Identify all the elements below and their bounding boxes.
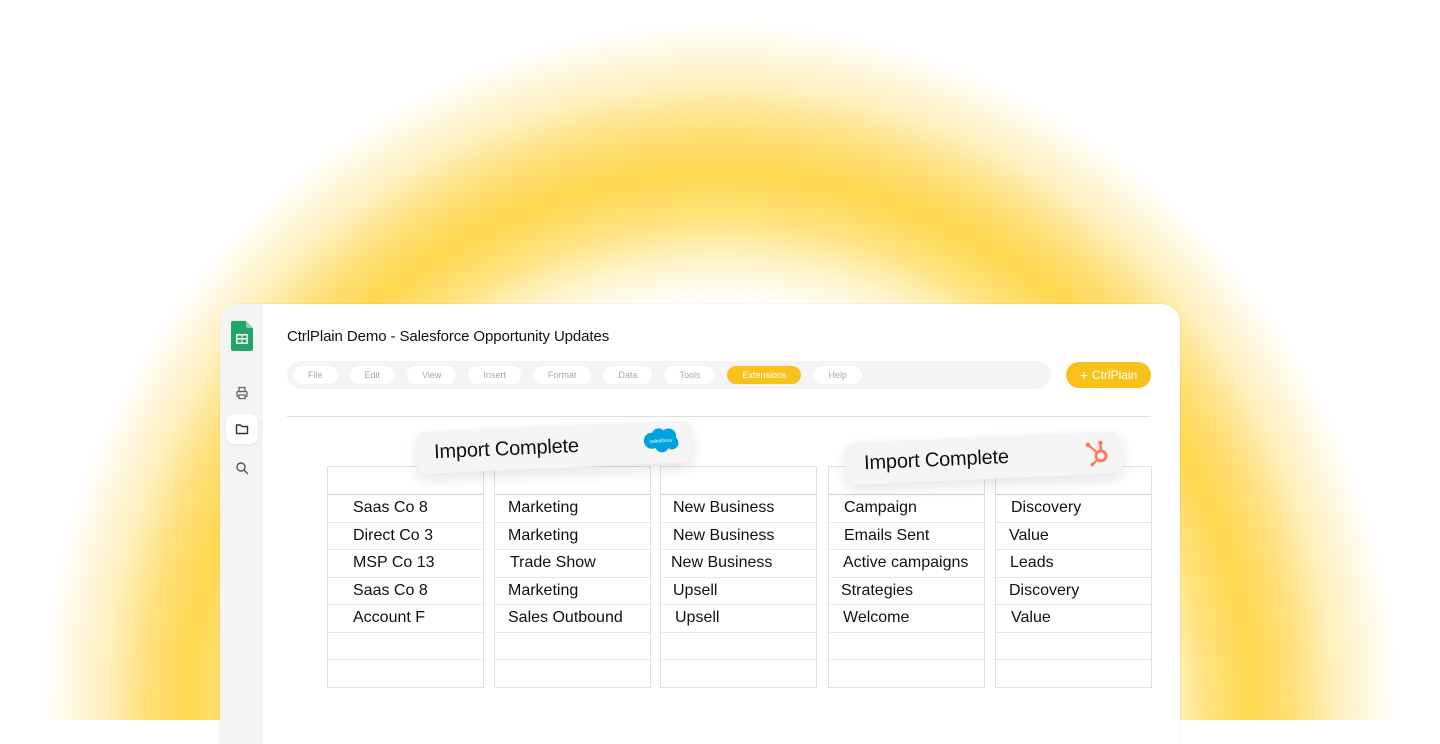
table-cell[interactable]: [495, 660, 650, 688]
table-cell[interactable]: Marketing: [495, 495, 650, 523]
menu-item-help[interactable]: Help: [813, 366, 862, 384]
ctrlplain-button[interactable]: + CtrlPlain: [1066, 362, 1151, 388]
table-cell[interactable]: Account F: [328, 605, 483, 633]
table-cell[interactable]: Strategies: [829, 578, 984, 606]
menu-item-file[interactable]: File: [293, 366, 338, 384]
table-cell[interactable]: Active campaigns: [829, 550, 984, 578]
document-title: CtrlPlain Demo - Salesforce Opportunity …: [287, 328, 609, 345]
sheet-column-3: New BusinessNew BusinessNew BusinessUpse…: [660, 466, 817, 688]
google-sheets-logo-icon: [231, 321, 253, 351]
search-icon: [235, 461, 249, 475]
menu-item-tools[interactable]: Tools: [664, 366, 715, 384]
menu-item-extensions[interactable]: Extensions: [727, 366, 801, 384]
salesforce-logo-icon: salesforce: [641, 427, 680, 455]
menu-bar: File Edit View Insert Format Data Tools Extensi…: [287, 361, 1051, 389]
ctrlplain-button-label: CtrlPlain: [1092, 368, 1137, 382]
folder-icon: [235, 422, 249, 436]
table-cell[interactable]: [829, 660, 984, 688]
table-cell[interactable]: Welcome: [829, 605, 984, 633]
table-cell[interactable]: Leads: [996, 550, 1151, 578]
plus-icon: +: [1080, 367, 1088, 383]
column-header-cell[interactable]: [495, 467, 650, 495]
table-cell[interactable]: Saas Co 8: [328, 495, 483, 523]
salesforce-import-toast: Import Complete salesforce: [415, 420, 693, 474]
table-cell[interactable]: [661, 660, 816, 688]
table-cell[interactable]: [996, 633, 1151, 661]
menu-item-data[interactable]: Data: [603, 366, 652, 384]
table-cell[interactable]: Trade Show: [495, 550, 650, 578]
sheet-column-5: DiscoveryValueLeadsDiscoveryValue: [995, 466, 1152, 688]
menu-item-edit[interactable]: Edit: [350, 366, 396, 384]
files-button[interactable]: [226, 414, 258, 444]
table-cell[interactable]: Direct Co 3: [328, 523, 483, 551]
sheet-column-1: Saas Co 8Direct Co 3MSP Co 13Saas Co 8Ac…: [327, 466, 484, 688]
table-cell[interactable]: Saas Co 8: [328, 578, 483, 606]
table-cell[interactable]: Discovery: [996, 578, 1151, 606]
table-cell[interactable]: Discovery: [996, 495, 1151, 523]
table-cell[interactable]: Upsell: [661, 605, 816, 633]
table-cell[interactable]: Upsell: [661, 578, 816, 606]
table-cell[interactable]: New Business: [661, 495, 816, 523]
table-cell[interactable]: [328, 660, 483, 688]
table-cell[interactable]: [829, 633, 984, 661]
table-cell[interactable]: Value: [996, 523, 1151, 551]
search-button[interactable]: [226, 453, 258, 483]
table-cell[interactable]: [495, 633, 650, 661]
salesforce-logo-text: salesforce: [649, 438, 672, 445]
toolbar-divider: [287, 416, 1151, 417]
column-header-cell[interactable]: [661, 467, 816, 495]
table-cell[interactable]: MSP Co 13: [328, 550, 483, 578]
table-cell[interactable]: New Business: [661, 523, 816, 551]
table-cell[interactable]: Value: [996, 605, 1151, 633]
table-cell[interactable]: [661, 633, 816, 661]
sidebar: [220, 304, 263, 744]
table-cell[interactable]: Sales Outbound: [495, 605, 650, 633]
menu-item-view[interactable]: View: [407, 366, 456, 384]
app-window: CtrlPlain Demo - Salesforce Opportunity …: [220, 304, 1180, 744]
hubspot-import-message: Import Complete: [864, 445, 1010, 474]
table-cell[interactable]: Marketing: [495, 523, 650, 551]
menu-item-format[interactable]: Format: [533, 366, 592, 384]
table-cell[interactable]: [328, 633, 483, 661]
sheet-column-2: MarketingMarketingTrade ShowMarketingSal…: [494, 466, 651, 688]
sheet-column-4: CampaignEmails SentActive campaignsStrat…: [828, 466, 985, 688]
table-cell[interactable]: Marketing: [495, 578, 650, 606]
menu-item-insert[interactable]: Insert: [468, 366, 521, 384]
table-cell[interactable]: Campaign: [829, 495, 984, 523]
printer-icon: [235, 386, 249, 400]
table-cell[interactable]: Emails Sent: [829, 523, 984, 551]
hubspot-logo-icon: [1083, 438, 1112, 467]
print-button[interactable]: [226, 378, 258, 408]
table-cell[interactable]: [996, 660, 1151, 688]
salesforce-import-message: Import Complete: [434, 434, 580, 463]
table-cell[interactable]: New Business: [661, 550, 816, 578]
